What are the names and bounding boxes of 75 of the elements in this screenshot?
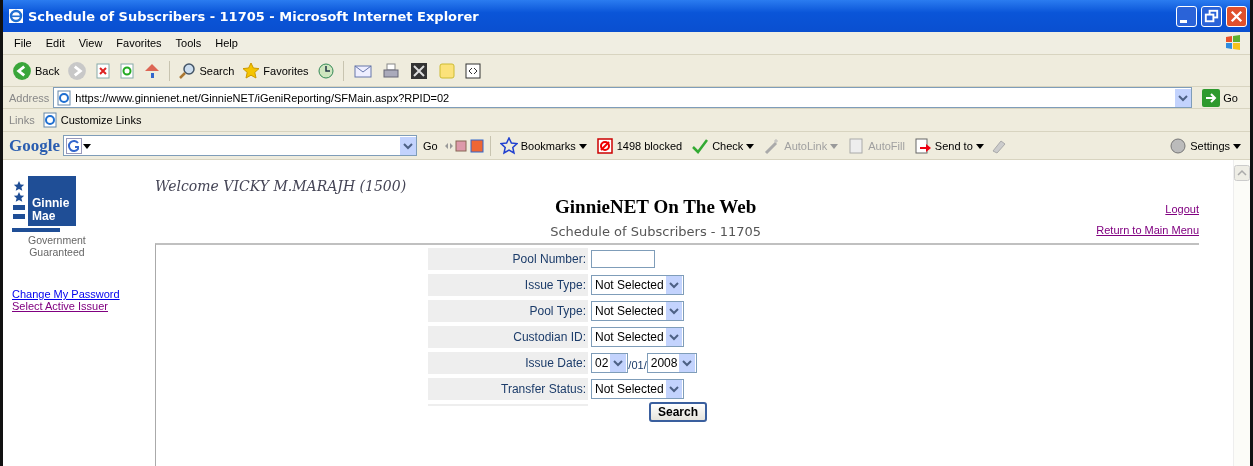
send-button[interactable]: Send to [910,136,987,155]
search-button[interactable]: Search [649,402,707,422]
caret-icon [830,141,839,150]
field-label: Custodian ID: [428,326,588,348]
dropdown[interactable]: Not Selected [591,379,684,399]
field-label: Issue Date: [428,352,588,374]
google-go-button[interactable]: Go [420,139,441,152]
field-label: Issue Type: [428,274,588,296]
pool-number-field[interactable] [591,250,655,268]
favorites-button[interactable]: Favorites [239,61,312,80]
star-icon [242,61,261,80]
back-button[interactable]: Back [9,60,63,81]
clock-icon [316,61,335,80]
g-icon [66,137,82,154]
menu-item[interactable]: Help [210,37,243,49]
caret-icon [975,141,984,150]
header-link[interactable]: Logout [1165,203,1199,215]
caret-icon [578,141,587,150]
circle-icon [1169,136,1188,155]
search-icon [178,61,197,80]
menu-item[interactable]: View [73,37,108,49]
stop-icon [95,62,112,79]
restore-button[interactable] [1201,5,1222,27]
settings-button[interactable]: Settings [1166,136,1244,155]
refresh-icon [119,62,136,79]
ginnie-mae-logo: Ginnie Mae Government Guaranteed [12,176,102,258]
browser-icon [8,8,24,24]
send-icon [913,136,932,155]
dropdown[interactable]: Not Selected [591,327,684,347]
page-title: GinnieNET On The Web [555,196,757,218]
address-field[interactable]: https://www.ginnienet.net/GinnieNET/iGeniReporting/SFMain.aspx?RPID=02 [53,87,1193,108]
sidebar-link[interactable]: Change My Password [12,288,120,300]
sidebar-link[interactable]: Select Active Issuer [12,300,108,312]
field-label: Pool Type: [428,300,588,322]
menu-item[interactable]: Tools [170,37,207,49]
links-label: Links [9,114,35,126]
search-button[interactable]: Search [175,61,238,80]
code-icon [463,61,482,80]
close-button[interactable] [1226,5,1247,27]
blocked-button[interactable]: 1498 blocked [592,136,686,155]
month-dropdown[interactable]: 02 [591,353,629,373]
caret-icon [1233,141,1241,150]
field-label: Transfer Status: [428,378,588,400]
go-button[interactable]: Go [1196,87,1244,108]
minimize-button[interactable] [1176,5,1197,27]
menu-item[interactable]: File [9,37,37,49]
dropdown[interactable]: Not Selected [591,275,684,295]
field-label: Pool Number: [428,248,588,270]
favorites-link[interactable]: Customize Links [38,112,145,128]
header-link[interactable]: Return to Main Menu [1096,224,1199,236]
caret-icon [746,141,755,150]
scrollbar[interactable] [1233,160,1250,466]
google-logo: Google [9,135,60,156]
welcome-text: Welcome VICKY M.MARAJH (1500) [155,178,408,194]
printer-icon [381,61,400,80]
menu-item[interactable]: Edit [40,37,70,49]
address-label: Address [9,91,50,104]
page-icon [56,89,73,106]
year-dropdown[interactable]: 2008 [646,353,698,373]
date-separator: /01/ [628,358,647,371]
blocked-icon [595,136,614,155]
dropdown[interactable]: Not Selected [591,301,684,321]
toolbar-options-icon[interactable] [443,136,484,155]
note-icon [437,61,456,80]
menu-item[interactable]: Favorites [111,37,167,49]
star-icon [499,136,518,155]
page-subtitle: Schedule of Subscribers - 11705 [550,224,762,241]
window-title: Schedule of Subscribers - 11705 - Microsoft Internet Explorer [28,8,479,24]
google-search-field[interactable] [63,135,417,156]
page-icon [41,112,58,128]
check-button[interactable]: Check [688,136,758,155]
home-icon [143,61,162,80]
form-icon [847,136,866,155]
minimize-icon [1180,19,1187,23]
bookmark-button[interactable]: Bookmarks [496,136,590,155]
